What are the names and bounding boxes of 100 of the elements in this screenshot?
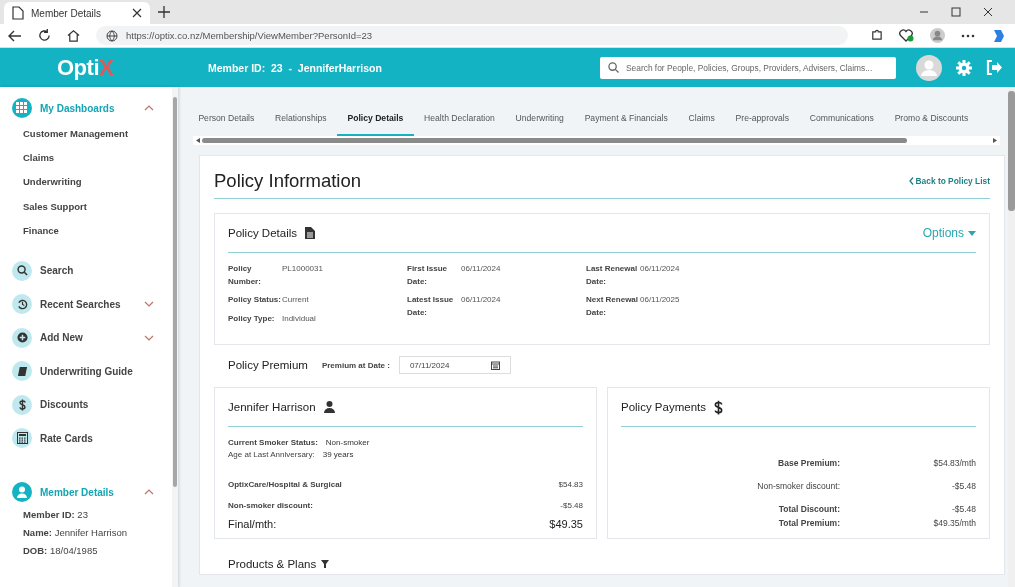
book-icon xyxy=(16,365,28,377)
person-name: Jennifer Harrison xyxy=(228,401,316,413)
section-title: Policy Details xyxy=(228,227,298,239)
person-icon xyxy=(16,486,28,499)
field-label: Current Smoker Status: xyxy=(228,437,318,449)
back-link[interactable]: Back to Policy List xyxy=(908,176,990,186)
logout-icon[interactable] xyxy=(986,60,1003,75)
tab[interactable]: Person Details xyxy=(188,113,265,136)
field-value: 39 years xyxy=(322,449,354,461)
maximize-icon[interactable] xyxy=(951,7,961,17)
sidebar-item[interactable]: Underwriting Guide xyxy=(12,360,172,383)
document-icon xyxy=(305,227,316,239)
date-field[interactable]: 07/11/2024 xyxy=(398,356,511,374)
page-icon xyxy=(12,6,24,20)
history-icon xyxy=(16,298,28,310)
extension-icon[interactable] xyxy=(870,29,883,42)
field-value: 06/11/2024 xyxy=(461,294,501,306)
more-icon[interactable] xyxy=(961,33,975,38)
search-icon xyxy=(608,62,619,73)
globe-icon xyxy=(106,29,118,42)
member-heading: Member ID: 23 - JenniferHarrison xyxy=(208,61,383,74)
heart-icon[interactable] xyxy=(899,29,914,42)
close-icon[interactable] xyxy=(132,8,142,18)
field-label: Policy Status: xyxy=(228,294,282,306)
close-window-icon[interactable] xyxy=(983,7,993,17)
sidebar-item[interactable]: Recent Searches xyxy=(12,293,172,316)
horizontal-scrollbar[interactable] xyxy=(193,136,1000,145)
field-value: 06/11/2024 xyxy=(640,263,680,275)
payment-amount: -$5.48 xyxy=(950,480,976,493)
search-icon xyxy=(16,265,28,277)
home-icon[interactable] xyxy=(67,29,80,42)
address-bar[interactable]: https://optix.co.nz/Membership/ViewMember?PersonId=23 xyxy=(96,26,848,45)
line-label: Non-smoker discount: xyxy=(228,501,313,510)
field-label: Next Renewal Date: xyxy=(586,294,640,319)
field-value: Current xyxy=(282,294,309,306)
total-amount: $49.35 xyxy=(549,518,583,530)
field-value: 06/11/2025 xyxy=(640,294,680,306)
page-scrollbar[interactable] xyxy=(1008,87,1015,587)
sidebar-item[interactable]: Underwriting xyxy=(12,170,172,195)
scroll-right-icon[interactable] xyxy=(993,138,997,143)
tab[interactable]: Health Declaration xyxy=(413,113,506,136)
tab[interactable]: Communications xyxy=(799,113,885,136)
line-amount: $54.83 xyxy=(558,480,583,489)
field-label: Last Renewal Date: xyxy=(586,263,639,288)
tab-title: Member Details xyxy=(31,7,103,19)
reload-icon[interactable] xyxy=(38,29,51,42)
payment-label: Total Discount: xyxy=(777,503,840,516)
settings-icon[interactable] xyxy=(956,59,972,76)
person-icon xyxy=(323,401,335,413)
payment-amount: $49.35/mth xyxy=(932,517,976,530)
field-label: Latest Issue Date: xyxy=(407,294,455,319)
sidebar-item[interactable]: Search xyxy=(12,259,172,282)
payment-label: Base Premium: xyxy=(777,457,840,470)
total-label: Final/mth: xyxy=(228,518,277,530)
scrollbar[interactable] xyxy=(172,87,178,587)
payment-label: Non-smoker discount: xyxy=(756,480,840,493)
section-title: Policy Payments xyxy=(621,401,706,413)
back-icon[interactable] xyxy=(8,29,22,42)
sidebar-item[interactable]: Discounts xyxy=(12,393,172,416)
section-title: Products & Plans xyxy=(228,558,317,570)
tab[interactable]: Relationships xyxy=(264,113,338,136)
sidebar-item[interactable]: Sales Support xyxy=(12,194,172,219)
filter-icon[interactable] xyxy=(321,560,330,568)
search-field[interactable]: Search for People, Policies, Groups, Providers, Advisers, Claims... xyxy=(600,56,896,79)
sidebar-label: Search xyxy=(40,265,75,277)
field-label: Policy Number: xyxy=(228,263,262,288)
sidebar-item[interactable]: Finance xyxy=(12,218,172,243)
tab[interactable]: Promo & Discounts xyxy=(884,113,979,136)
sidebar-item[interactable]: Claims xyxy=(12,146,172,171)
calendar-icon xyxy=(490,360,500,370)
avatar-icon[interactable] xyxy=(916,54,942,81)
dollar-icon xyxy=(18,398,26,411)
grid-icon xyxy=(16,102,28,114)
tab[interactable]: Pre-approvals xyxy=(725,113,800,136)
page-title: Policy Information xyxy=(214,170,363,192)
sidebar-item[interactable]: Rate Cards xyxy=(12,427,172,450)
member-field: DOB: 18/04/1985 xyxy=(12,542,172,561)
tab[interactable]: Underwriting xyxy=(505,113,575,136)
calculator-icon xyxy=(16,432,28,445)
tab[interactable]: Claims xyxy=(678,113,726,136)
field-label: Policy Type: xyxy=(228,312,276,325)
field-label: Premium at Date : xyxy=(321,360,390,370)
field-value: PL1000031 xyxy=(282,263,323,275)
tab[interactable]: Payment & Financials xyxy=(574,113,679,136)
payment-amount: -$5.48 xyxy=(950,503,976,516)
new-tab-icon[interactable] xyxy=(158,6,170,18)
sidebar-label: Discounts xyxy=(40,399,90,411)
copilot-icon[interactable] xyxy=(991,27,1007,44)
chevron-left-icon xyxy=(908,177,914,185)
section-title: Policy Premium xyxy=(228,359,308,371)
sidebar-label: Recent Searches xyxy=(40,298,122,310)
caret-icon xyxy=(968,230,976,236)
scroll-left-icon[interactable] xyxy=(196,138,200,143)
sidebar-item[interactable]: Customer Management xyxy=(12,122,172,147)
browser-tab[interactable]: Member Details xyxy=(4,2,150,24)
field-value: Individual xyxy=(282,312,316,325)
line-amount: -$5.48 xyxy=(560,501,583,510)
profile-icon[interactable] xyxy=(930,28,945,43)
sidebar-item[interactable]: Add New xyxy=(12,326,172,349)
field-label: First Issue Date: xyxy=(407,263,448,288)
